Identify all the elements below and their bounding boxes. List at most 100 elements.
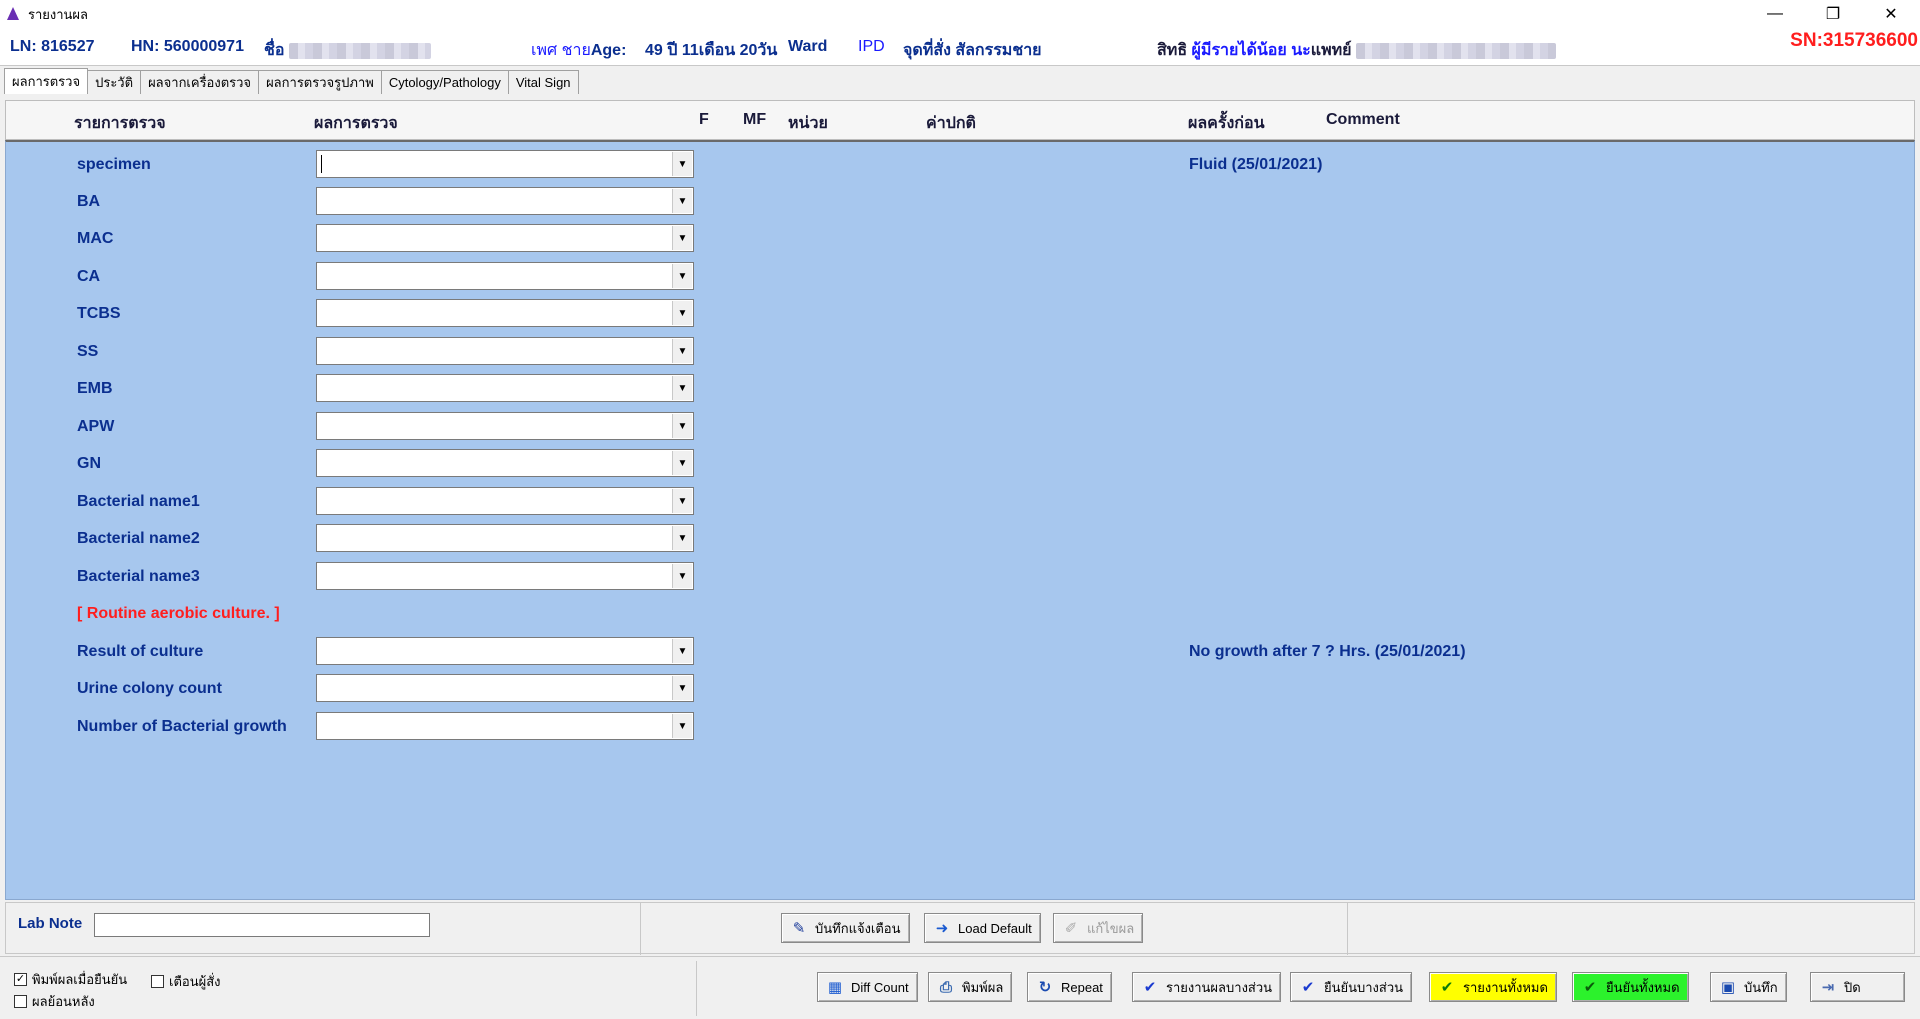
ward-label: Ward: [788, 38, 828, 55]
dropdown-arrow-icon[interactable]: ▼: [672, 152, 692, 176]
bacterial-name2-combobox[interactable]: ▼: [316, 524, 694, 552]
result-of-culture-combobox[interactable]: ▼: [316, 637, 694, 665]
tab-vital-sign[interactable]: Vital Sign: [507, 70, 579, 94]
bacterial-name3-combobox[interactable]: ▼: [316, 562, 694, 590]
dropdown-arrow-icon[interactable]: ▼: [672, 414, 692, 438]
row-label-urine-colony-count: Urine colony count: [77, 680, 222, 697]
doctor-label: แพทย์: [1310, 42, 1352, 59]
dropdown-arrow-icon[interactable]: ▼: [672, 489, 692, 513]
save-button[interactable]: ▣ บันทึก: [1710, 972, 1787, 1002]
tab-cytology-pathology[interactable]: Cytology/Pathology: [380, 70, 509, 94]
confirm-all-label: ยืนยันทั้งหมด: [1606, 979, 1680, 995]
print-result-button[interactable]: ⎙ พิมพ์ผล: [928, 972, 1013, 1002]
checkmark-icon: ✔: [1301, 979, 1315, 996]
checkbox-checked-icon[interactable]: ✓: [14, 973, 27, 986]
bacterial-name1-combobox[interactable]: ▼: [316, 487, 694, 515]
checkbox-unchecked-icon[interactable]: [151, 975, 164, 988]
report-all-label: รายงานทั้งหมด: [1463, 979, 1548, 995]
sex-label: เพศ: [531, 42, 558, 59]
row-label-specimen: specimen: [77, 156, 151, 173]
window-title: รายงานผล: [28, 6, 89, 22]
specimen-combobox[interactable]: ▼: [316, 150, 694, 178]
retro-result-checkbox[interactable]: ผลย้อนหลัง: [14, 991, 95, 1012]
col-normal: ค่าปกติ: [926, 115, 976, 132]
dropdown-arrow-icon[interactable]: ▼: [672, 639, 692, 663]
tab-image-results[interactable]: ผลการตรวจรูปภาพ: [258, 70, 382, 94]
row-label-emb: EMB: [77, 380, 113, 397]
checkbox-unchecked-icon[interactable]: [14, 995, 27, 1008]
dropdown-arrow-icon[interactable]: ▼: [672, 301, 692, 325]
dropdown-arrow-icon[interactable]: ▼: [672, 676, 692, 700]
urine-colony-count-combobox[interactable]: ▼: [316, 674, 694, 702]
tcbs-combobox[interactable]: ▼: [316, 299, 694, 327]
lab-note-input[interactable]: [94, 913, 430, 937]
row-label-apw: APW: [77, 418, 115, 435]
dropdown-arrow-icon[interactable]: ▼: [672, 376, 692, 400]
dropdown-arrow-icon[interactable]: ▼: [672, 226, 692, 250]
doctor-redacted: [1355, 42, 1556, 59]
ca-combobox[interactable]: ▼: [316, 262, 694, 290]
ward-value: IPD: [858, 38, 885, 55]
dropdown-arrow-icon[interactable]: ▼: [672, 526, 692, 550]
tab-instrument-results[interactable]: ผลจากเครื่องตรวจ: [140, 70, 260, 94]
floppy-disk-icon: ▣: [1720, 979, 1736, 996]
mac-combobox[interactable]: ▼: [316, 224, 694, 252]
apw-combobox[interactable]: ▼: [316, 412, 694, 440]
report-partial-label: รายงานผลบางส่วน: [1166, 979, 1273, 995]
dropdown-arrow-icon[interactable]: ▼: [672, 714, 692, 738]
confirm-partial-button[interactable]: ✔ ยืนยันบางส่วน: [1290, 972, 1413, 1002]
repeat-arrow-icon: ↻: [1038, 979, 1052, 996]
row-label-mac: MAC: [77, 230, 114, 247]
row-label-result-of-culture: Result of culture: [77, 643, 204, 660]
row-label-number-of-bacterial-growth: Number of Bacterial growth: [77, 718, 287, 735]
ln-label: LN: 816527: [10, 38, 95, 55]
order-point-value: จุดที่สั่ง สัลกรรมชาย: [903, 42, 1042, 59]
dropdown-arrow-icon[interactable]: ▼: [672, 564, 692, 588]
dropdown-arrow-icon[interactable]: ▼: [672, 189, 692, 213]
patient-name: ชื่อ: [264, 38, 431, 63]
gn-combobox[interactable]: ▼: [316, 449, 694, 477]
col-f: F: [699, 111, 709, 128]
report-partial-button[interactable]: ✔ รายงานผลบางส่วน: [1132, 972, 1282, 1002]
row-label-gn: GN: [77, 455, 101, 472]
repeat-label: Repeat: [1061, 979, 1103, 995]
dropdown-arrow-icon[interactable]: ▼: [672, 451, 692, 475]
dropdown-arrow-icon[interactable]: ▼: [672, 339, 692, 363]
patient-header: LN: 816527 HN: 560000971 ชื่อ เพศ ชายAge…: [0, 28, 1920, 66]
save-warning-button[interactable]: ✎ บันทึกแจ้งเตือน: [781, 913, 910, 943]
load-default-button[interactable]: ➜ Load Default: [924, 913, 1041, 943]
bottom-action-bar: ✓ พิมพ์ผลเมื่อยืนยัน เตือนผู้สั่ง ผลย้อน…: [0, 956, 1920, 1019]
order-point: จุดที่สั่ง สัลกรรมชาย: [903, 38, 1042, 63]
confirm-all-button[interactable]: ✔ ยืนยันทั้งหมด: [1572, 972, 1689, 1002]
col-mf: MF: [743, 111, 767, 128]
emb-combobox[interactable]: ▼: [316, 374, 694, 402]
grid-header: รายการตรวจ ผลการตรวจ F MF หน่วย ค่าปกติ …: [5, 100, 1915, 140]
printer-icon: ⎙: [939, 978, 952, 996]
minimize-button[interactable]: —: [1746, 0, 1804, 28]
diff-count-button[interactable]: ▦ Diff Count: [817, 972, 918, 1002]
retro-result-label: ผลย้อนหลัง: [32, 994, 95, 1009]
edit-result-button[interactable]: ✐ แก้ไขผล: [1053, 913, 1144, 943]
ba-combobox[interactable]: ▼: [316, 187, 694, 215]
row-label-tcbs: TCBS: [77, 305, 121, 322]
warn-orderer-checkbox[interactable]: เตือนผู้สั่ง: [151, 971, 220, 992]
report-all-button[interactable]: ✔ รายงานทั้งหมด: [1429, 972, 1557, 1002]
tab-results[interactable]: ผลการตรวจ: [4, 68, 89, 94]
load-document-icon: ➜: [935, 920, 949, 937]
ss-combobox[interactable]: ▼: [316, 337, 694, 365]
number-of-bacterial-growth-combobox[interactable]: ▼: [316, 712, 694, 740]
close-window-button[interactable]: ✕: [1862, 0, 1920, 28]
rights-field: สิทธิ ผู้มีรายได้น้อย นะแพทย์: [1157, 38, 1556, 63]
restore-button[interactable]: ❐: [1804, 0, 1862, 28]
close-button[interactable]: ⇥ ปิด: [1810, 972, 1905, 1002]
results-grid: specimen ▼ Fluid (25/01/2021) BA ▼ MAC ▼…: [5, 140, 1915, 900]
print-on-confirm-checkbox[interactable]: ✓ พิมพ์ผลเมื่อยืนยัน: [14, 969, 127, 990]
col-test: รายการตรวจ: [74, 115, 166, 132]
row-label-ca: CA: [77, 268, 101, 285]
section-routine-aerobic-culture: [ Routine aerobic culture. ]: [77, 605, 280, 622]
tab-history[interactable]: ประวัติ: [87, 70, 142, 94]
repeat-button[interactable]: ↻ Repeat: [1027, 972, 1112, 1002]
save-label: บันทึก: [1744, 979, 1778, 995]
mid-button-panel: ✎ บันทึกแจ้งเตือน ➜ Load Default ✐ แก้ไข…: [640, 903, 1348, 955]
dropdown-arrow-icon[interactable]: ▼: [672, 264, 692, 288]
